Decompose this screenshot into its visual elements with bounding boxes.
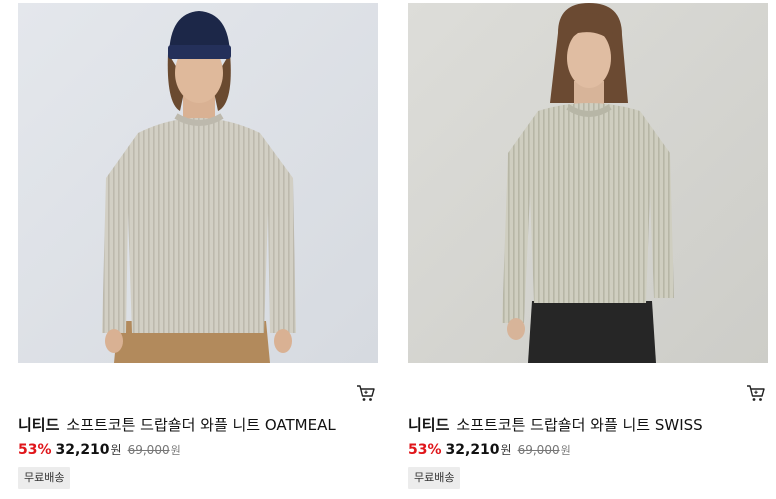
price-row: 53% 32,210원 69,000원 xyxy=(408,440,571,460)
product-card[interactable]: 니티드 소프트코튼 드랍숄더 와플 니트 SWISS 53% 32,210원 69,0… xyxy=(408,0,768,499)
original-price: 69,000 xyxy=(517,443,560,457)
discount-rate: 53% xyxy=(408,442,442,458)
sale-currency: 원 xyxy=(500,443,512,457)
product-image[interactable] xyxy=(18,3,378,363)
cart-icon xyxy=(747,385,765,401)
cart-icon xyxy=(357,385,375,401)
free-shipping-badge: 무료배송 xyxy=(18,467,71,489)
free-shipping-badge: 무료배송 xyxy=(408,467,461,489)
brand-name[interactable]: 니티드 xyxy=(18,416,59,434)
product-name[interactable]: 소프트코튼 드랍숄더 와플 니트 OATMEAL xyxy=(66,416,335,434)
price-row: 53% 32,210원 69,000원 xyxy=(18,440,181,460)
sale-price: 32,210 xyxy=(55,442,110,458)
product-photo-oatmeal xyxy=(18,3,378,363)
original-currency: 원 xyxy=(560,444,571,457)
discount-rate: 53% xyxy=(18,442,52,458)
add-to-cart-button[interactable] xyxy=(356,383,376,403)
product-photo-swiss xyxy=(408,3,768,363)
sale-price: 32,210 xyxy=(445,442,500,458)
sale-currency: 원 xyxy=(110,443,122,457)
original-price: 69,000 xyxy=(127,443,170,457)
add-to-cart-button[interactable] xyxy=(746,383,766,403)
product-image[interactable] xyxy=(408,3,768,363)
brand-name[interactable]: 니티드 xyxy=(408,416,449,434)
product-title[interactable]: 니티드 소프트코튼 드랍숄더 와플 니트 OATMEAL xyxy=(18,415,378,435)
original-currency: 원 xyxy=(170,444,181,457)
product-name[interactable]: 소프트코튼 드랍숄더 와플 니트 SWISS xyxy=(456,416,702,434)
product-title[interactable]: 니티드 소프트코튼 드랍숄더 와플 니트 SWISS xyxy=(408,415,768,435)
product-card[interactable]: 니티드 소프트코튼 드랍숄더 와플 니트 OATMEAL 53% 32,210원 69… xyxy=(18,0,378,499)
